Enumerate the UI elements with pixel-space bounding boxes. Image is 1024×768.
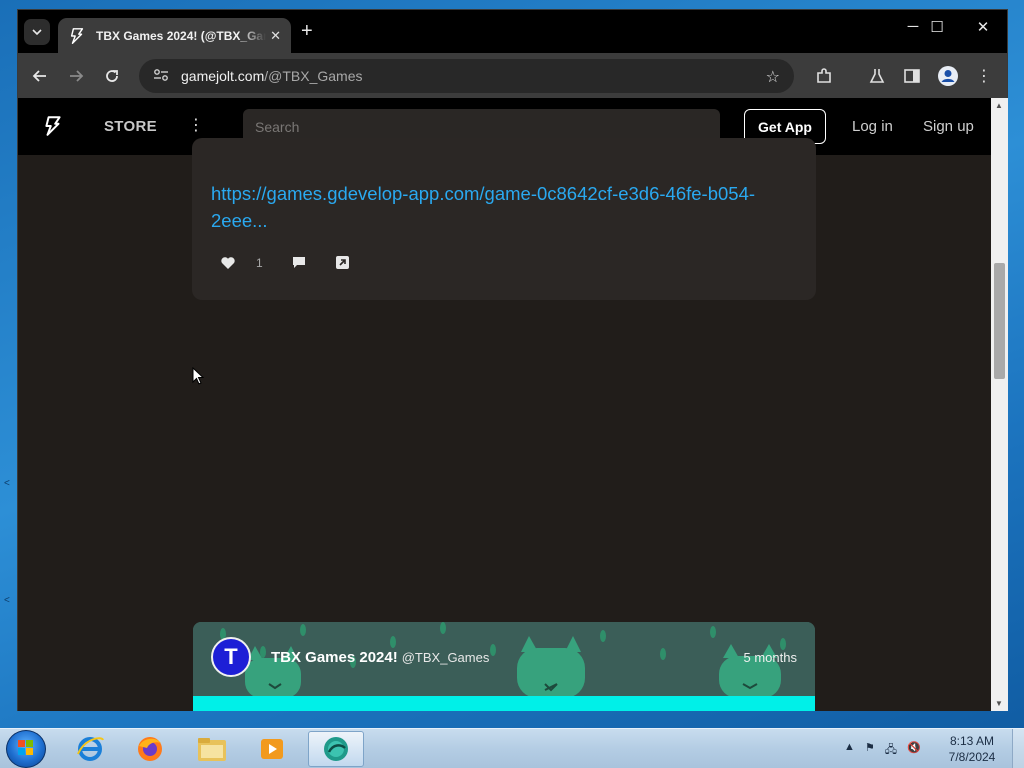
comment-icon xyxy=(292,257,305,268)
extensions-icon[interactable] xyxy=(813,65,835,87)
clock-time: 8:13 AM xyxy=(949,734,995,748)
post-card: https://games.gdevelop-app.com/game-0c86… xyxy=(192,138,816,300)
profile-avatar-icon[interactable] xyxy=(937,65,959,87)
share-button[interactable] xyxy=(335,255,350,270)
store-link[interactable]: STORE xyxy=(104,118,157,135)
login-link[interactable]: Log in xyxy=(852,118,893,135)
url-path: /@TBX_Games xyxy=(264,68,363,84)
url-host: gamejolt.com xyxy=(181,68,265,84)
desktop-edge-mark: < xyxy=(4,595,10,606)
mouse-cursor-icon xyxy=(192,367,204,385)
reload-icon xyxy=(106,70,118,82)
more-options-icon[interactable]: ⋮ xyxy=(188,115,204,135)
network-icon[interactable]: 🖧 xyxy=(885,741,897,760)
show-hidden-icons-icon[interactable]: ▲ xyxy=(844,741,855,760)
back-button[interactable] xyxy=(28,64,52,88)
address-bar[interactable]: gamejolt.com/@TBX_Games ☆ xyxy=(139,59,794,93)
browser-toolbar: gamejolt.com/@TBX_Games ☆ ⋮ xyxy=(18,53,1007,98)
gamejolt-logo-icon[interactable] xyxy=(42,115,64,137)
system-tray: ▲ ⚑ 🖧 🔇 xyxy=(844,741,921,760)
new-tab-button[interactable]: + xyxy=(301,21,313,41)
windows-logo-icon xyxy=(18,740,33,755)
volume-muted-icon[interactable]: 🔇 xyxy=(907,741,921,760)
action-center-flag-icon[interactable]: ⚑ xyxy=(865,741,875,760)
page-viewport: STORE ⋮ Get App Log in Sign up https://g… xyxy=(18,98,991,711)
author-avatar[interactable]: T xyxy=(211,637,251,677)
browser-window: TBX Games 2024! (@TBX_Gam ✕ + ─ ☐ ✕ game… xyxy=(17,9,1008,711)
clock-date: 7/8/2024 xyxy=(948,750,996,764)
post-banner xyxy=(193,696,815,711)
scroll-thumb[interactable] xyxy=(994,263,1005,379)
post-actions: 1 xyxy=(220,255,350,270)
author-info[interactable]: TBX Games 2024! @TBX_Games xyxy=(271,649,489,666)
tab-search-button[interactable] xyxy=(24,19,50,45)
start-button[interactable] xyxy=(6,730,46,768)
comment-button[interactable] xyxy=(291,255,307,270)
windows-taskbar: ▲ ⚑ 🖧 🔇 8:13 AM 7/8/2024 xyxy=(0,728,1024,768)
tab-close-icon[interactable]: ✕ xyxy=(270,28,281,44)
taskbar-clock[interactable]: 8:13 AM 7/8/2024 xyxy=(940,733,1004,765)
scroll-down-arrow-icon[interactable]: ▼ xyxy=(995,699,1003,708)
close-window-button[interactable]: ✕ xyxy=(960,18,1006,36)
tab-title: TBX Games 2024! (@TBX_Gam xyxy=(96,28,266,43)
author-handle[interactable]: @TBX_Games xyxy=(402,650,490,665)
browser-taskbar-icon[interactable] xyxy=(308,731,364,767)
site-info-icon[interactable] xyxy=(153,68,169,85)
media-player-taskbar-icon[interactable] xyxy=(244,731,300,767)
maximize-button[interactable]: ☐ xyxy=(914,18,960,36)
scroll-up-arrow-icon[interactable]: ▲ xyxy=(995,101,1003,110)
side-panel-icon[interactable] xyxy=(901,65,923,87)
title-bar: TBX Games 2024! (@TBX_Gam ✕ + ─ ☐ ✕ xyxy=(18,10,1007,53)
chevron-down-icon xyxy=(32,29,42,35)
share-icon xyxy=(335,256,349,269)
file-explorer-taskbar-icon[interactable] xyxy=(184,731,240,767)
post-card-preview: T TBX Games 2024! @TBX_Games 5 months xyxy=(193,622,815,711)
firefox-taskbar-icon[interactable] xyxy=(122,731,178,767)
forward-button[interactable] xyxy=(64,64,88,88)
reload-button[interactable] xyxy=(100,64,124,88)
post-timestamp[interactable]: 5 months xyxy=(744,650,797,665)
heart-icon xyxy=(221,256,235,269)
back-arrow-icon xyxy=(32,70,46,82)
browser-menu-icon[interactable]: ⋮ xyxy=(973,65,995,87)
labs-flask-icon[interactable] xyxy=(866,65,888,87)
like-count: 1 xyxy=(256,255,263,270)
desktop-edge-mark: < xyxy=(4,478,10,489)
post-link[interactable]: https://games.gdevelop-app.com/game-0c86… xyxy=(211,180,801,234)
gamejolt-favicon-icon xyxy=(70,27,84,44)
author-name[interactable]: TBX Games 2024! xyxy=(271,649,398,666)
browser-tab[interactable]: TBX Games 2024! (@TBX_Gam ✕ xyxy=(58,18,291,53)
bookmark-star-icon[interactable]: ☆ xyxy=(766,67,780,87)
signup-link[interactable]: Sign up xyxy=(923,118,974,135)
internet-explorer-taskbar-icon[interactable] xyxy=(62,731,118,767)
show-desktop-button[interactable] xyxy=(1012,729,1024,768)
page-scrollbar[interactable]: ▲ ▼ xyxy=(991,98,1008,711)
like-button[interactable] xyxy=(220,256,236,270)
forward-arrow-icon xyxy=(70,70,84,82)
